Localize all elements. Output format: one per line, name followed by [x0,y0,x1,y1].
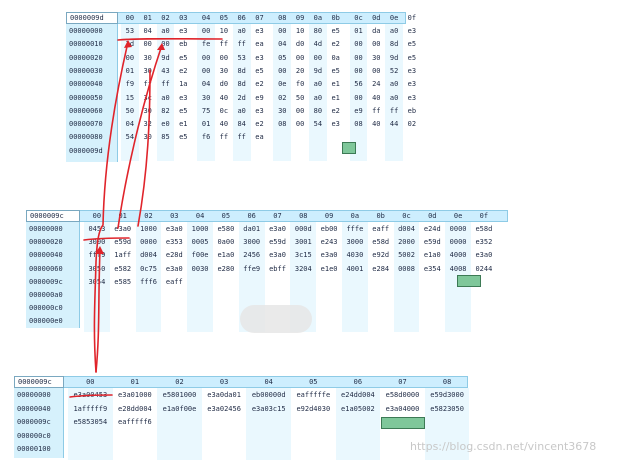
arrowhead-2 [157,43,165,50]
arrowhead-1 [124,40,132,48]
arrow-line-1 [93,41,129,373]
underline-mid [83,237,130,241]
underline-top [117,37,223,41]
arrow-line-4 [137,69,151,227]
underline-bot [69,394,113,398]
arrow-line-3 [117,44,163,229]
annotation-layer [69,37,223,398]
